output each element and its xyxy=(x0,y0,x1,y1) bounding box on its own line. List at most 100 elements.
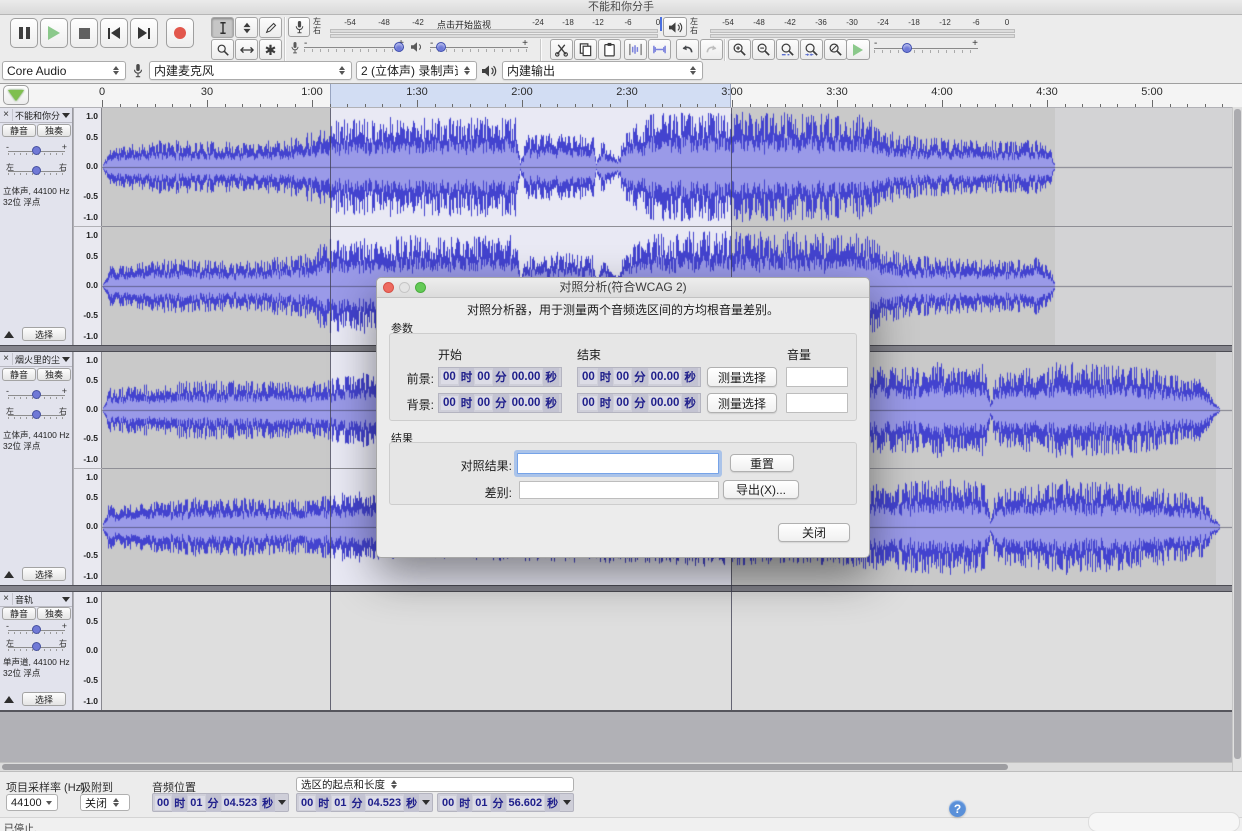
export-button[interactable]: 导出(X)... xyxy=(723,480,799,499)
close-dialog-button[interactable]: 关闭 xyxy=(778,523,850,542)
track1-solo-button[interactable]: 独奏 xyxy=(37,124,71,137)
copy-button[interactable] xyxy=(574,39,597,60)
record-meter-bar-left[interactable] xyxy=(330,29,658,33)
measure-foreground-button[interactable]: 测量选择 xyxy=(707,367,777,387)
record-volume-slider[interactable]: - + xyxy=(304,38,404,55)
track1-ch1-waveform[interactable] xyxy=(102,108,1232,226)
track3-gain-thumb[interactable] xyxy=(32,625,41,634)
track3-scale[interactable]: 1.0 0.5 0.0 -0.5 -1.0 xyxy=(74,592,102,710)
background-volume-field[interactable] xyxy=(786,393,848,413)
track1-collapse-button[interactable] xyxy=(4,331,14,338)
track1-title[interactable]: 不能和你分手 xyxy=(13,109,60,122)
playback-device-dropdown[interactable]: 内建输出 xyxy=(502,61,703,80)
dialog-titlebar[interactable]: 对照分析(符合WCAG 2) xyxy=(377,278,869,298)
undo-button[interactable] xyxy=(676,39,699,60)
zoom-tool-button[interactable] xyxy=(211,39,234,60)
track2-pan-slider[interactable]: 左 右 xyxy=(2,406,71,420)
horizontal-scrollbar-thumb[interactable] xyxy=(2,764,1008,770)
contrast-result-field[interactable] xyxy=(517,453,719,474)
track-panel-3[interactable]: × 音轨 静音 独奏 - + 左 右 单声道, 44100 Hz 32位 浮点 … xyxy=(0,592,73,710)
zoom-out-button[interactable] xyxy=(752,39,775,60)
playback-volume-slider[interactable]: - + xyxy=(430,38,528,55)
track1-gain-thumb[interactable] xyxy=(32,146,41,155)
track3-pan-slider[interactable]: 左 右 xyxy=(2,638,71,652)
track2-gain-slider[interactable]: - + xyxy=(2,386,71,400)
recording-channels-dropdown[interactable]: 2 (立体声) 录制声道 xyxy=(356,61,477,80)
pause-button[interactable] xyxy=(10,18,38,48)
silence-audio-button[interactable] xyxy=(648,39,671,60)
measure-background-button[interactable]: 测量选择 xyxy=(707,393,777,413)
audio-host-dropdown[interactable]: Core Audio xyxy=(2,61,126,80)
trim-audio-button[interactable] xyxy=(624,39,647,60)
play-meter-speaker-button[interactable] xyxy=(663,17,687,37)
record-meter-bar-right[interactable] xyxy=(330,34,658,38)
selection-start-field[interactable]: 00 时 01 分 04.523 秒 xyxy=(296,793,434,812)
track1-pan-thumb[interactable] xyxy=(32,166,41,175)
zoom-in-button[interactable] xyxy=(728,39,751,60)
zoom-toggle-button[interactable] xyxy=(824,39,847,60)
time-shift-tool-button[interactable] xyxy=(235,39,258,60)
stop-button[interactable] xyxy=(70,18,98,48)
foreground-end-field[interactable]: 00 时 00 分 00.00 秒 xyxy=(577,367,701,387)
track2-select-button[interactable]: 选择 xyxy=(22,567,66,581)
selection-tool-button[interactable] xyxy=(211,17,234,38)
track2-collapse-button[interactable] xyxy=(4,571,14,578)
envelope-tool-button[interactable] xyxy=(235,17,258,38)
track3-mute-button[interactable]: 静音 xyxy=(2,607,36,620)
track2-gain-thumb[interactable] xyxy=(32,390,41,399)
project-rate-dropdown[interactable]: 44100 xyxy=(6,794,58,811)
play-at-speed-button[interactable] xyxy=(846,39,870,60)
track2-solo-button[interactable]: 独奏 xyxy=(37,368,71,381)
cut-button[interactable] xyxy=(550,39,573,60)
track2-title[interactable]: 烟火里的尘埃 xyxy=(13,353,60,366)
play-button[interactable] xyxy=(40,18,68,48)
multi-tool-button[interactable]: ✱ xyxy=(259,39,282,60)
track1-close-button[interactable]: × xyxy=(0,109,13,121)
timeline-options-button[interactable] xyxy=(3,85,29,105)
help-button[interactable]: ? xyxy=(949,800,966,817)
selection-length-field[interactable]: 00 时 01 分 56.602 秒 xyxy=(437,793,575,812)
track-panel-2[interactable]: × 烟火里的尘埃 静音 独奏 - + 左 右 立体声, 44100 Hz 32位… xyxy=(0,352,73,585)
track2-ch1-scale[interactable]: 1.0 0.5 0.0 -0.5 -1.0 xyxy=(74,352,102,468)
draw-tool-button[interactable] xyxy=(259,17,282,38)
redo-button[interactable] xyxy=(700,39,723,60)
zoom-selection-button[interactable] xyxy=(776,39,799,60)
track2-mute-button[interactable]: 静音 xyxy=(2,368,36,381)
track1-gain-slider[interactable]: - + xyxy=(2,142,71,156)
skip-to-start-button[interactable] xyxy=(100,18,128,48)
play-meter-bar-right[interactable] xyxy=(710,34,1015,38)
track1-ch1-scale[interactable]: 1.0 0.5 0.0 -0.5 -1.0 xyxy=(74,108,102,226)
timeline-ruler[interactable]: 0 30 1:00 1:30 2:00 2:30 3:00 3:30 4:00 4:30 5:00 xyxy=(0,84,1242,109)
selection-format-dropdown[interactable]: 选区的起点和长度 xyxy=(296,777,574,792)
track3-pan-thumb[interactable] xyxy=(32,642,41,651)
recording-device-dropdown[interactable]: 内建麦克风 xyxy=(149,61,352,80)
track2-pan-thumb[interactable] xyxy=(32,410,41,419)
difference-field[interactable] xyxy=(519,481,719,499)
track2-ch2-scale[interactable]: 1.0 0.5 0.0 -0.5 -1.0 xyxy=(74,469,102,585)
snap-to-dropdown[interactable]: 关闭 xyxy=(80,794,130,811)
background-end-field[interactable]: 00 时 00 分 00.00 秒 xyxy=(577,393,701,413)
skip-to-end-button[interactable] xyxy=(130,18,158,48)
track1-menu-caret-icon[interactable] xyxy=(62,112,70,118)
vertical-scrollbar[interactable] xyxy=(1232,107,1242,771)
reset-button[interactable]: 重置 xyxy=(730,454,794,472)
track3-collapse-button[interactable] xyxy=(4,696,14,703)
track3-select-button[interactable]: 选择 xyxy=(22,692,66,706)
record-button[interactable] xyxy=(166,18,194,48)
play-speed-thumb[interactable] xyxy=(902,43,912,53)
play-meter-bar-left[interactable] xyxy=(710,29,1015,33)
track1-mute-button[interactable]: 静音 xyxy=(2,124,36,137)
background-start-field[interactable]: 00 时 00 分 00.00 秒 xyxy=(438,393,562,413)
record-meter-mic-button[interactable] xyxy=(288,17,310,37)
paste-button[interactable] xyxy=(598,39,621,60)
track3-waveform[interactable] xyxy=(102,592,1232,710)
track1-select-button[interactable]: 选择 xyxy=(22,327,66,341)
track3-close-button[interactable]: × xyxy=(0,593,13,605)
track1-pan-slider[interactable]: 左 右 xyxy=(2,162,71,176)
track3-gain-slider[interactable]: - + xyxy=(2,621,71,635)
track2-close-button[interactable]: × xyxy=(0,353,13,365)
track1-ch2-scale[interactable]: 1.0 0.5 0.0 -0.5 -1.0 xyxy=(74,227,102,345)
track2-menu-caret-icon[interactable] xyxy=(62,356,70,362)
record-volume-thumb[interactable] xyxy=(394,42,404,52)
vertical-scrollbar-thumb[interactable] xyxy=(1234,109,1241,759)
